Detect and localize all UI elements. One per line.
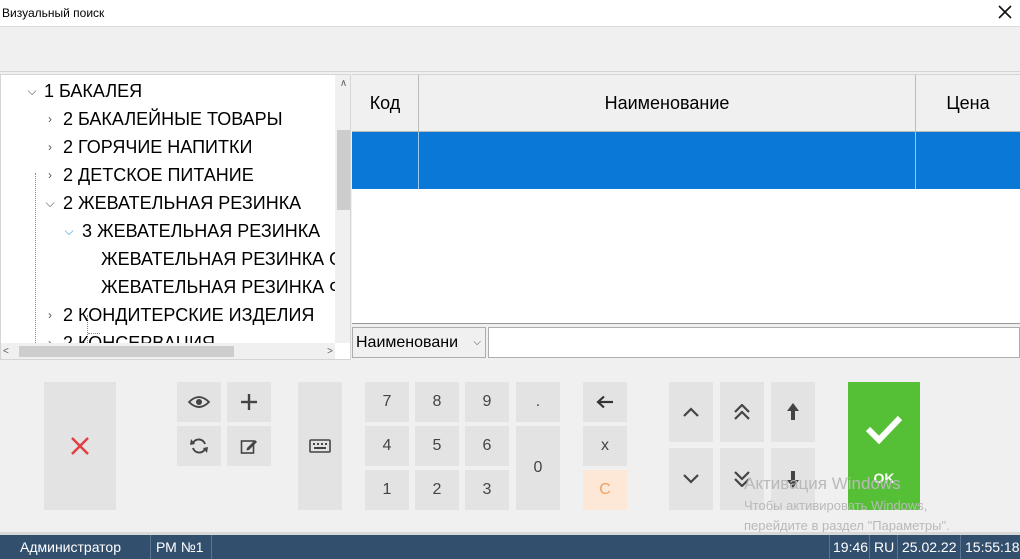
cell-code: [352, 132, 419, 189]
chevron-down-icon[interactable]: ⌵: [62, 218, 76, 244]
view-button[interactable]: [177, 382, 221, 422]
add-button[interactable]: [227, 382, 271, 422]
table-row[interactable]: [352, 132, 1020, 189]
edit-button[interactable]: [227, 426, 271, 466]
checkmark-icon: [865, 415, 903, 444]
move-up-button[interactable]: [669, 382, 713, 442]
double-chevron-down-icon: [734, 471, 750, 487]
chevron-right-icon[interactable]: ›: [43, 162, 57, 188]
status-time: 19:46: [829, 535, 870, 559]
status-workstation: РМ №1: [153, 535, 212, 559]
tree-node[interactable]: ЖЕВАТЕЛЬНАЯ РЕЗИНКА О: [1, 246, 335, 272]
key-8[interactable]: 8: [415, 382, 459, 422]
chevron-right-icon[interactable]: ›: [43, 106, 57, 132]
chevron-right-icon[interactable]: ›: [43, 330, 57, 343]
status-bar: Администратор РМ №1 19:46 RU 25.02.22 15…: [0, 535, 1020, 559]
key-1[interactable]: 1: [365, 470, 409, 510]
search-field-selected: Наименовани: [356, 334, 459, 351]
tree-node[interactable]: › 2 КОНСЕРВАЦИЯ: [1, 330, 335, 343]
tree-node[interactable]: › 2 БАКАЛЕЙНЫЕ ТОВАРЫ: [1, 106, 335, 132]
refresh-icon: [190, 438, 208, 454]
tree-node[interactable]: ⌵ 2 ЖЕВАТЕЛЬНАЯ РЕЗИНКА: [1, 190, 335, 216]
key-5[interactable]: 5: [415, 426, 459, 466]
keyboard-icon: [309, 439, 331, 453]
chevron-up-icon: [683, 407, 699, 417]
title-bar: Визуальный поиск: [0, 0, 1020, 27]
page-down-button[interactable]: [720, 448, 764, 510]
chevron-down-icon: [683, 474, 699, 484]
window-title: Визуальный поиск: [2, 6, 105, 20]
cell-name: [419, 132, 916, 189]
status-date: 25.02.22: [899, 535, 961, 559]
category-tree[interactable]: ⌵ 1 БАКАЛЕЯ › 2 БАКАЛЕЙНЫЕ ТОВАРЫ › 2 ГО…: [0, 74, 351, 360]
clear-button[interactable]: C: [583, 470, 627, 510]
page-up-button[interactable]: [720, 382, 764, 442]
edit-icon: [240, 440, 257, 454]
status-user: Администратор: [0, 535, 151, 559]
arrow-left-icon: [596, 395, 613, 409]
chevron-right-icon[interactable]: ›: [43, 302, 57, 328]
last-item-button[interactable]: [771, 448, 815, 510]
cancel-button[interactable]: [44, 382, 116, 510]
scroll-thumb[interactable]: [19, 346, 234, 357]
column-header-name[interactable]: Наименование: [419, 75, 916, 132]
tree-horizontal-scrollbar[interactable]: < >: [1, 343, 335, 359]
refresh-button[interactable]: [177, 426, 221, 466]
eye-icon: [188, 396, 210, 408]
arrow-up-icon: [787, 403, 799, 420]
scroll-left-icon[interactable]: <: [3, 343, 17, 359]
backspace-button[interactable]: [583, 382, 627, 422]
column-header-code[interactable]: Код: [352, 75, 419, 132]
search-input[interactable]: [488, 327, 1020, 358]
first-item-button[interactable]: [771, 382, 815, 442]
tree-node[interactable]: ЖЕВАТЕЛЬНАЯ РЕЗИНКА Ф: [1, 274, 335, 300]
key-3[interactable]: 3: [465, 470, 509, 510]
close-icon: [71, 437, 89, 455]
chevron-down-icon[interactable]: ⌵: [43, 190, 57, 216]
results-grid[interactable]: Код Наименование Цена: [352, 74, 1020, 324]
chevron-down-icon[interactable]: ⌵: [25, 78, 39, 104]
key-4[interactable]: 4: [365, 426, 409, 466]
ok-label: OK: [873, 470, 895, 486]
tree-node[interactable]: › 2 КОНДИТЕРСКИЕ ИЗДЕЛИЯ: [1, 302, 335, 328]
chevron-right-icon[interactable]: ›: [43, 134, 57, 160]
double-chevron-up-icon: [734, 404, 750, 420]
search-field-select[interactable]: Наименовани ⌵: [352, 327, 486, 358]
cell-price: [916, 132, 1020, 189]
toolbar: [0, 27, 1020, 72]
status-language: RU: [871, 535, 898, 559]
status-clock: 15:55:18: [965, 539, 1020, 555]
scroll-thumb[interactable]: [337, 130, 350, 210]
key-6[interactable]: 6: [465, 426, 509, 466]
chevron-down-icon: ⌵: [473, 337, 481, 348]
key-7[interactable]: 7: [365, 382, 409, 422]
scroll-up-icon[interactable]: ∧: [335, 75, 350, 92]
tree-node[interactable]: ⌵ 3 ЖЕВАТЕЛЬНАЯ РЕЗИНКА: [1, 218, 335, 244]
grid-header: Код Наименование Цена: [352, 75, 1020, 132]
tree-vertical-scrollbar[interactable]: ∧: [335, 75, 350, 343]
scroll-right-icon[interactable]: >: [319, 343, 333, 359]
tree-node[interactable]: › 2 ГОРЯЧИЕ НАПИТКИ: [1, 134, 335, 160]
tree-node[interactable]: › 2 ДЕТСКОЕ ПИТАНИЕ: [1, 162, 335, 188]
key-9[interactable]: 9: [465, 382, 509, 422]
key-2[interactable]: 2: [415, 470, 459, 510]
keyboard-button[interactable]: [298, 382, 342, 510]
column-header-price[interactable]: Цена: [916, 75, 1020, 132]
arrow-down-icon: [787, 471, 799, 488]
ok-button[interactable]: OK: [848, 382, 920, 510]
tree-node[interactable]: ⌵ 1 БАКАЛЕЯ: [1, 78, 335, 104]
key-0[interactable]: 0: [516, 426, 560, 510]
multiply-button[interactable]: x: [583, 426, 627, 466]
key-decimal[interactable]: .: [516, 382, 560, 422]
close-icon[interactable]: [996, 3, 1014, 21]
move-down-button[interactable]: [669, 448, 713, 510]
plus-icon: [241, 394, 257, 410]
